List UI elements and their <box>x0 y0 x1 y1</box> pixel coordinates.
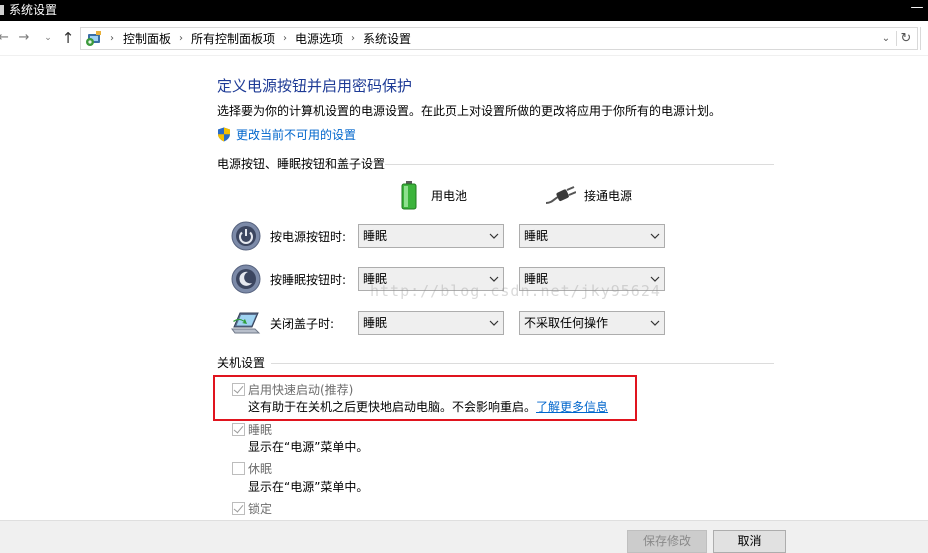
lid-close-label: 关闭盖子时: <box>270 317 335 331</box>
sleep-button-plugged-select[interactable]: 睡眠 <box>519 267 665 291</box>
change-settings-link[interactable]: 更改当前不可用的设置 <box>217 125 356 143</box>
breadcrumb-separator[interactable]: › <box>283 33 287 44</box>
app-icon <box>0 5 4 15</box>
save-changes-button[interactable]: 保存修改 <box>627 530 707 553</box>
forward-icon[interactable]: → <box>18 29 30 47</box>
selected-value: 睡眠 <box>363 316 388 330</box>
power-button-plugged-select[interactable]: 睡眠 <box>519 224 665 248</box>
battery-column-header: 用电池 <box>400 180 467 210</box>
title-bar: 系统设置 — <box>0 0 928 21</box>
section-title-shutdown: 关机设置 <box>217 356 266 370</box>
uac-shield-icon <box>218 127 230 141</box>
chevron-down-icon <box>489 233 499 239</box>
hibernate-option-description: 显示在“电源”菜单中。 <box>248 480 369 494</box>
footer-bar: 保存修改 取消 <box>0 520 928 553</box>
lid-close-plugged-select[interactable]: 不采取任何操作 <box>519 311 665 335</box>
window-title: 系统设置 <box>9 3 58 17</box>
chevron-down-icon <box>650 320 660 326</box>
selected-value: 睡眠 <box>524 229 549 243</box>
selected-value: 睡眠 <box>363 229 388 243</box>
chevron-down-icon <box>650 233 660 239</box>
sleep-option[interactable]: 睡眠 <box>232 421 272 437</box>
search-box-edge[interactable] <box>920 27 928 50</box>
plugged-in-column-header: 接通电源 <box>546 183 632 207</box>
section-divider <box>271 363 774 364</box>
lock-checkbox[interactable] <box>232 501 245 515</box>
power-button-battery-select[interactable]: 睡眠 <box>358 224 504 248</box>
page-title: 定义电源按钮并启用密码保护 <box>217 77 413 95</box>
chevron-down-icon <box>650 276 660 282</box>
control-panel-icon <box>86 31 101 46</box>
back-icon[interactable]: ← <box>0 29 9 47</box>
change-settings-label[interactable]: 更改当前不可用的设置 <box>236 126 356 143</box>
lid-close-battery-select[interactable]: 睡眠 <box>358 311 504 335</box>
address-bar[interactable]: › 控制面板 › 所有控制面板项 › 电源选项 › 系统设置 ⌄ ↻ <box>80 27 918 50</box>
battery-label: 用电池 <box>431 188 468 203</box>
address-divider <box>896 31 897 46</box>
battery-icon <box>401 181 417 210</box>
sleep-button-icon <box>231 264 261 294</box>
recent-locations-icon[interactable]: ⌄ <box>43 29 53 47</box>
lock-option-label: 锁定 <box>248 501 273 516</box>
breadcrumb-power-options[interactable]: 电源选项 <box>295 30 343 47</box>
breadcrumb-separator[interactable]: › <box>351 33 355 44</box>
chevron-down-icon <box>489 276 499 282</box>
section-title-power-buttons: 电源按钮、睡眠按钮和盖子设置 <box>217 157 386 171</box>
plugged-in-label: 接通电源 <box>584 188 633 203</box>
lock-option[interactable]: 锁定 <box>232 500 272 516</box>
breadcrumb-system-settings[interactable]: 系统设置 <box>363 30 411 47</box>
highlight-box <box>213 375 637 421</box>
sleep-button-battery-select[interactable]: 睡眠 <box>358 267 504 291</box>
power-button-icon <box>231 221 261 251</box>
sleep-option-description: 显示在“电源”菜单中。 <box>248 440 369 454</box>
up-arrow-icon[interactable]: ↑ <box>61 29 75 47</box>
breadcrumb-separator: › <box>110 33 114 44</box>
power-plug-icon <box>546 186 576 204</box>
cancel-button[interactable]: 取消 <box>713 530 786 553</box>
hibernate-checkbox[interactable] <box>232 461 245 475</box>
navigation-bar: ← → ⌄ ↑ › 控制面板 › 所有控制面板项 › 电源选项 › 系统设置 ⌄… <box>0 21 928 56</box>
breadcrumb-all-items[interactable]: 所有控制面板项 <box>191 30 275 47</box>
selected-value: 睡眠 <box>363 272 388 286</box>
sleep-button-label: 按睡眠按钮时: <box>270 273 347 287</box>
chevron-down-icon <box>489 320 499 326</box>
selected-value: 睡眠 <box>524 272 549 286</box>
address-dropdown-icon[interactable]: ⌄ <box>879 30 893 47</box>
section-divider <box>385 164 774 165</box>
breadcrumb: › 控制面板 › 所有控制面板项 › 电源选项 › 系统设置 <box>108 28 411 49</box>
laptop-lid-icon <box>231 312 261 334</box>
sleep-checkbox[interactable] <box>232 422 245 436</box>
hibernate-option-label: 休眠 <box>248 461 273 476</box>
page-description: 选择要为你的计算机设置的电源设置。在此页上对设置所做的更改将应用于你所有的电源计… <box>217 104 722 118</box>
minimize-button[interactable]: — <box>910 1 924 18</box>
power-button-label: 按电源按钮时: <box>270 230 347 244</box>
breadcrumb-separator[interactable]: › <box>179 33 183 44</box>
refresh-icon[interactable]: ↻ <box>898 29 914 48</box>
breadcrumb-control-panel[interactable]: 控制面板 <box>123 30 171 47</box>
sleep-option-label: 睡眠 <box>248 422 273 437</box>
selected-value: 不采取任何操作 <box>524 316 609 330</box>
hibernate-option[interactable]: 休眠 <box>232 460 272 476</box>
